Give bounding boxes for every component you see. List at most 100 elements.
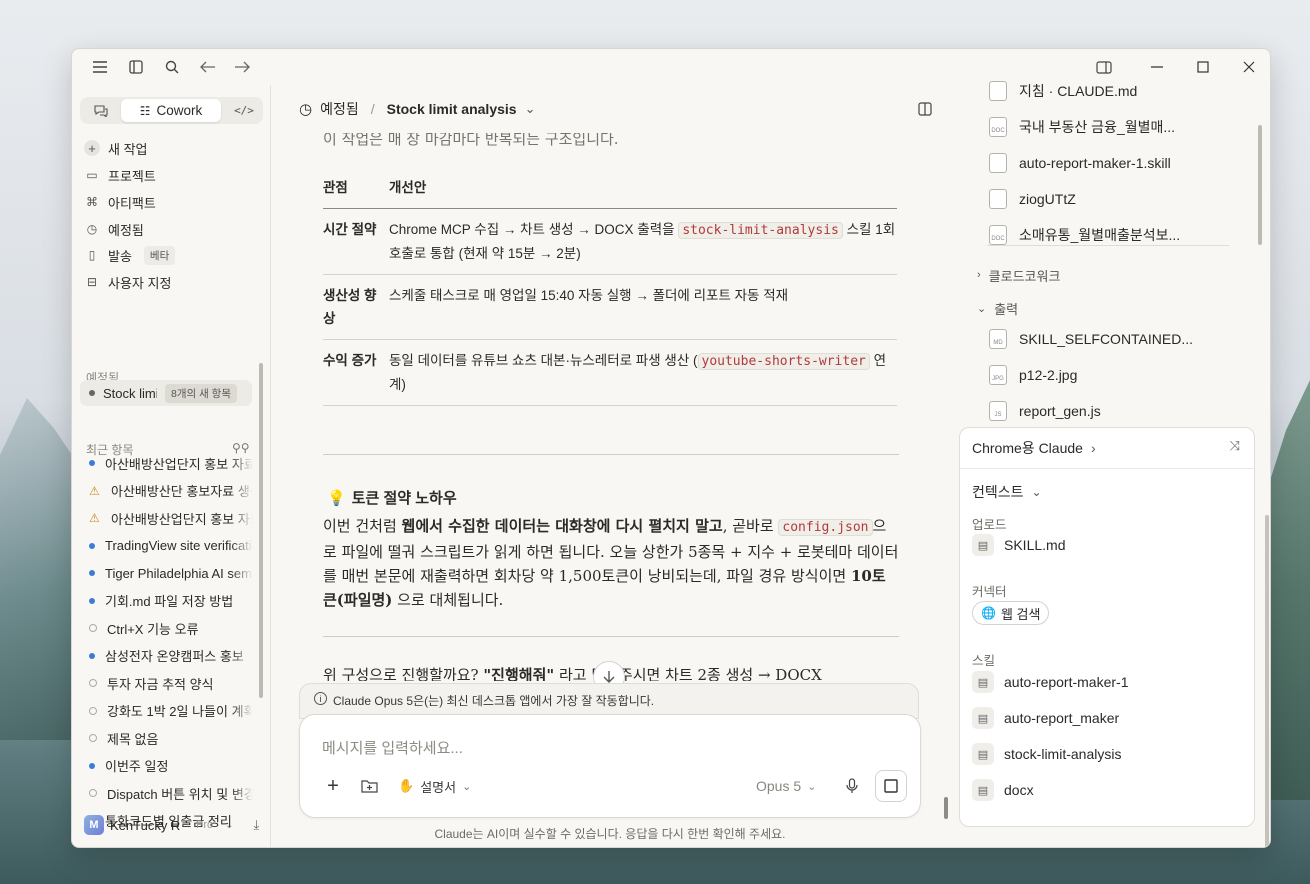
stop-button[interactable] [875,770,907,802]
code-mode-icon[interactable]: </> [230,99,258,122]
fade-overlay [231,508,253,528]
list-item[interactable]: ⚠ 아산배방산단 홍보자료 생성 [89,480,253,501]
download-icon[interactable]: ⤓ [254,817,260,833]
hand-icon: ✋ [398,778,415,793]
improvement-table: 관점 개선안 시간 절약 Chrome MCP 수집 → 차트 생성 → DOC… [323,167,897,406]
cell-text: 동일 데이터를 유튜브 쇼츠 대본·뉴스레터로 파생 생산 ( [389,353,698,368]
divider [987,245,1229,246]
text: 이번 건처럼 [323,517,402,535]
file-name: 지침 · CLAUDE.md [1019,83,1138,99]
nav-new-task-label: 새 작업 [108,141,148,157]
table-header: 관점 [323,180,348,195]
folder-collapsed[interactable]: › 클로드코워크 [977,265,1060,285]
close-button[interactable] [1238,56,1260,78]
panel-toggle-icon[interactable] [1093,56,1115,78]
context-card: Chrome용 Claude › ⤨ 컨텍스트 ⌄ 업로드 ▤ SKILL.md… [959,427,1255,827]
web-search-chip[interactable]: 🌐 웹 검색 [972,601,1050,625]
list-item[interactable]: Tiger Philadelphia AI semi [89,563,253,583]
back-arrow-icon[interactable] [198,57,218,77]
message-input[interactable]: 메시지를 입력하세요... [322,737,463,758]
beta-badge: 베타 [143,245,176,265]
nav-customize[interactable]: ⊟ 사용자 지정 [84,271,171,293]
forward-arrow-icon[interactable] [232,57,252,77]
nav-scheduled-label: 예정됨 [108,222,144,238]
chevron-down-icon[interactable]: ⌄ [525,101,536,117]
scheduled-item[interactable]: Stock limit analysis 8개의 새 항목 [80,380,252,406]
skill-item[interactable]: ▤ stock-limit-analysis [972,742,1121,766]
list-item[interactable]: 강화도 1박 2일 나들이 계획 [89,700,253,721]
file-item[interactable]: DOC 국내 부동산 금융_월별매... [989,115,1175,139]
artifact-icon: ⌘ [86,195,98,209]
upload-file-name: SKILL.md [1004,537,1066,553]
list-item-label: 기회.md 파일 저장 방법 [105,594,234,609]
list-item[interactable]: Ctrl+X 기능 오류 [89,618,253,638]
skill-item[interactable]: ▤ docx [972,778,1034,802]
file-item[interactable]: DOC 소매유통_월별매출분석보... [989,223,1180,247]
maximize-button[interactable] [1192,56,1214,78]
file-item[interactable]: 지침 · CLAUDE.md [989,79,1137,103]
skill-item[interactable]: ▤ auto-report-maker-1 [972,670,1129,694]
fade-overlay [231,563,253,583]
chevron-down-icon: ⌄ [1031,485,1042,499]
sidebar-scrollbar[interactable] [259,363,263,698]
skill-item[interactable]: ▤ auto-report_maker [972,706,1119,730]
status-ring [89,789,97,797]
minimize-button[interactable] [1146,56,1168,78]
nav-send[interactable]: ▯ 발송 베타 [84,244,176,266]
menu-icon[interactable] [90,57,110,77]
list-item[interactable]: 이번주 일정 [89,755,253,776]
breadcrumb-root[interactable]: 예정됨 [320,99,359,119]
fade-overlay [231,453,253,473]
list-item[interactable]: TradingView site verification [89,535,253,556]
sidebar-toggle-icon[interactable] [126,57,146,77]
upload-file-item[interactable]: ▤ SKILL.md [972,533,1065,557]
list-item[interactable]: Dispatch 버튼 위치 및 변경 [89,783,253,803]
add-folder-icon[interactable] [356,773,382,799]
file-item[interactable]: JPG p12-2.jpg [989,363,1077,387]
breadcrumb-title[interactable]: Stock limit analysis [387,101,517,117]
main-scrollbar[interactable] [944,797,948,819]
bold-text: "진행해줘" [483,666,555,681]
list-item[interactable]: 삼성전자 온양캠퍼스 홍보 [89,645,253,666]
panel-scrollbar[interactable] [1265,515,1269,847]
table-header-row: 관점 개선안 [323,167,897,209]
nav-scheduled[interactable]: ◷ 예정됨 [84,218,144,240]
context-header[interactable]: 컨텍스트 ⌄ [972,482,1042,502]
split-view-icon[interactable] [915,99,935,119]
nav-new-task[interactable]: + 새 작업 [84,137,148,159]
model-selector[interactable]: Opus 5 ⌄ [756,773,816,799]
list-item[interactable]: 제목 없음 [89,728,253,748]
list-item[interactable]: 기회.md 파일 저장 방법 [89,590,253,611]
user-name: KenTucky R [110,817,181,833]
file-item[interactable]: auto-report-maker-1.skill [989,151,1171,175]
nav-projects[interactable]: ▭ 프로젝트 [84,164,156,186]
list-item[interactable]: ⚠ 아산배방산업단지 홍보 자료 [89,508,253,528]
file-item[interactable]: MD SKILL_SELFCONTAINED... [989,327,1193,351]
text: , 곧바로 [722,517,779,535]
disclaimer: Claude는 AI이며 실수할 수 있습니다. 응답을 다시 한번 확인해 주… [434,827,786,841]
nav-artifacts[interactable]: ⌘ 아티팩트 [84,191,156,213]
skill-name: docx [1004,782,1034,798]
chevron-right-icon: › [977,269,981,281]
cowork-mode-button[interactable]: ☷ Cowork [121,99,221,122]
add-icon[interactable]: + [320,773,346,799]
microphone-icon[interactable] [840,773,864,799]
chat-mode-icon[interactable] [86,99,114,122]
search-icon[interactable] [162,57,182,77]
style-selector[interactable]: ✋ 설명서 ⌄ [398,773,471,799]
skill-name: auto-report-maker-1 [1004,674,1129,690]
table-header: 개선안 [389,180,427,195]
files-scrollbar[interactable] [1258,125,1262,245]
file-item[interactable]: JS report_gen.js [989,399,1101,423]
list-item[interactable]: 아산배방산업단지 홍보 자료 [89,453,253,473]
file-icon: DOC [989,117,1007,137]
list-item[interactable]: 투자 자금 추적 양식 [89,673,253,693]
user-profile[interactable]: M KenTucky R · Pro ⌄ ⤓ [84,812,264,838]
chevron-down-icon: ⌄ [807,780,817,793]
shuffle-icon[interactable]: ⤨ [1230,438,1240,454]
skill-icon: ▤ [972,779,994,801]
chrome-claude-header[interactable]: Chrome용 Claude › [972,438,1096,458]
breadcrumb: ◷ 예정됨 / Stock limit analysis ⌄ [299,98,535,120]
folder-open[interactable]: ⌄ 출력 [977,298,1018,318]
file-item[interactable]: ziogUTtZ [989,187,1076,211]
